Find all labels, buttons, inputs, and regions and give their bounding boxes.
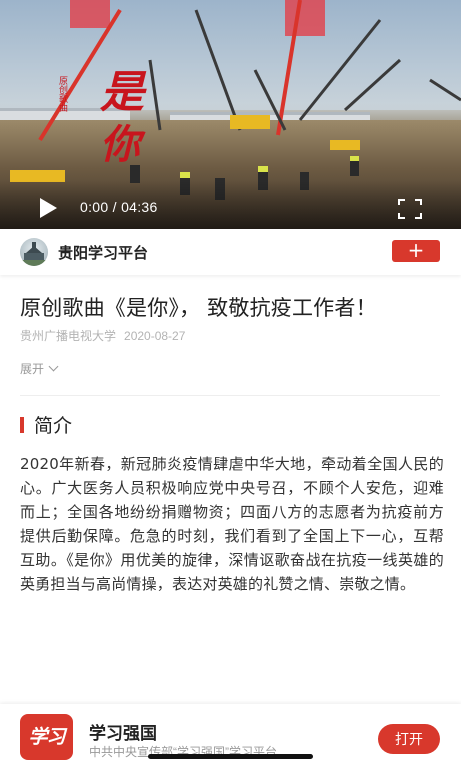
video-player[interactable]: 是 你 原创歌曲 0:00 / 04:36 [0,0,461,229]
section-marker [20,417,24,433]
channel-bar: 贵阳学习平台 + [0,229,461,275]
divider [20,395,440,396]
current-time: 0:00 [80,199,109,215]
expand-label: 展开 [20,362,45,376]
follow-button[interactable]: + [392,240,440,262]
video-overlay-tag: 原创歌曲 [57,76,67,112]
video-time: 0:00 / 04:36 [80,199,158,215]
app-logo: 学习 [20,714,73,760]
video-title-char: 是 [100,67,144,118]
fullscreen-icon[interactable] [398,199,422,219]
app-banner: 学习 学习强国 中共中央宣传部“学习强国”学习平台 打开 [0,704,461,769]
channel-avatar[interactable] [20,238,48,266]
time-separator: / [112,199,117,215]
article-meta: 贵州广播电视大学 2020-08-27 [20,327,185,344]
open-app-button[interactable]: 打开 [378,724,440,754]
video-controls-shade [0,180,461,229]
article-source: 贵州广播电视大学 [20,329,117,343]
play-icon[interactable] [38,197,58,219]
building-icon [20,242,48,266]
duration: 04:36 [121,199,158,215]
article-title: 原创歌曲《是你》， 致敬抗疫工作者！ [20,296,377,320]
expand-button[interactable]: 展开 [20,360,59,377]
intro-body: 2020年新春，新冠肺炎疫情肆虐中华大地，牵动着全国人民的心。广大医务人员积极响… [20,455,444,593]
home-indicator[interactable] [148,754,313,759]
intro-heading: 简介 [34,415,73,437]
article-date: 2020-08-27 [124,329,186,343]
video-title-char: 你 [100,121,140,168]
app-name: 学习强国 [89,724,157,743]
chevron-down-icon [48,361,59,372]
channel-name[interactable]: 贵阳学习平台 [58,242,148,263]
